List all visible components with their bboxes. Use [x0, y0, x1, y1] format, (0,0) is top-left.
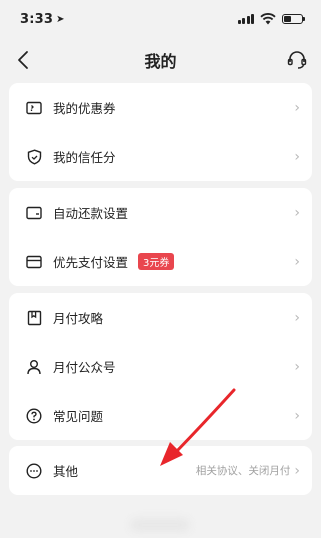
battery-icon — [282, 14, 305, 24]
chevron-right-icon: › — [294, 99, 300, 116]
menu-item-label: 优先支付设置 — [53, 255, 129, 270]
status-icons — [237, 13, 305, 25]
chevron-right-icon: › — [294, 148, 300, 165]
other-subtext: 相关协议、关闭月付 — [195, 465, 291, 477]
shield-icon — [25, 148, 43, 166]
customer-service-button[interactable] — [285, 48, 309, 72]
nav-bar: 我的 — [0, 38, 321, 82]
menu-item-faq[interactable]: 常见问题 › — [9, 391, 312, 440]
menu-item-label: 自动还款设置 — [53, 206, 129, 221]
home-indicator — [130, 518, 190, 532]
headset-icon — [287, 51, 307, 69]
battery-level — [284, 16, 291, 22]
chevron-left-icon — [18, 51, 28, 69]
menu-item-right: › — [290, 408, 300, 424]
menu-card-payment: 自动还款设置 › 优先支付设置 3元券 › — [9, 188, 312, 286]
menu-item-auto-repay[interactable]: 自动还款设置 › — [9, 188, 312, 237]
status-time-group: 3:33 ➤ — [20, 12, 65, 27]
menu-item-label: 我的优惠券 — [53, 101, 116, 116]
menu-item-right: › — [290, 254, 300, 270]
chevron-right-icon: › — [294, 204, 300, 221]
chevron-right-icon: › — [294, 358, 300, 375]
menu-card-account: 我的优惠券 › 我的信任分 › — [9, 83, 312, 181]
coupon-badge: 3元券 — [138, 253, 175, 270]
menu-item-label: 月付攻略 — [53, 311, 104, 326]
status-time: 3:33 — [20, 11, 54, 27]
menu-item-other[interactable]: 其他 相关协议、关闭月付 › — [9, 446, 312, 495]
menu-item-right: 相关协议、关闭月付 › — [196, 463, 300, 479]
coupon-icon — [25, 99, 43, 117]
menu-item-right: › — [290, 149, 300, 165]
menu-item-priority-payment[interactable]: 优先支付设置 3元券 › — [9, 237, 312, 286]
menu-item-label: 月付公众号 — [53, 360, 116, 375]
menu-card-other: 其他 相关协议、关闭月付 › — [9, 446, 312, 495]
menu-item-right: › — [290, 205, 300, 221]
menu-item-label: 我的信任分 — [53, 150, 116, 165]
chevron-right-icon: › — [294, 309, 300, 326]
chevron-right-icon: › — [294, 407, 300, 424]
card-icon — [25, 253, 43, 271]
wallet-icon — [25, 204, 43, 222]
page-title: 我的 — [144, 52, 177, 71]
chevron-right-icon: › — [294, 462, 300, 479]
menu-item-right: › — [290, 100, 300, 116]
menu-item-coupons[interactable]: 我的优惠券 › — [9, 83, 312, 132]
menu-item-label: 其他 — [53, 464, 79, 479]
location-icon: ➤ — [56, 13, 65, 25]
menu-item-official-account[interactable]: 月付公众号 › — [9, 342, 312, 391]
status-bar: 3:33 ➤ — [0, 0, 321, 38]
menu-item-right: › — [290, 310, 300, 326]
wifi-icon — [260, 13, 276, 25]
menu-item-trust-score[interactable]: 我的信任分 › — [9, 132, 312, 181]
person-icon — [25, 358, 43, 376]
back-button[interactable] — [12, 48, 36, 72]
menu-item-label: 常见问题 — [53, 409, 104, 424]
more-icon — [25, 462, 43, 480]
menu-item-guide[interactable]: 月付攻略 › — [9, 293, 312, 342]
menu-item-right: › — [290, 359, 300, 375]
question-icon — [25, 407, 43, 425]
signal-icon — [237, 14, 254, 24]
chevron-right-icon: › — [294, 253, 300, 270]
menu-card-info: 月付攻略 › 月付公众号 › 常见问题 › — [9, 293, 312, 440]
bookmark-icon — [25, 309, 43, 327]
